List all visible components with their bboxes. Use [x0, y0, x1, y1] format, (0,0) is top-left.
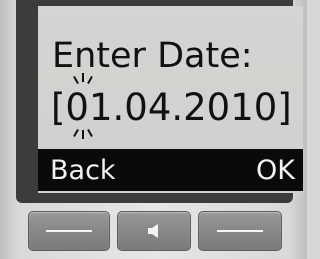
- dash-icon: [217, 230, 263, 232]
- left-softkey-button[interactable]: [28, 211, 110, 251]
- dash-icon: [46, 230, 92, 232]
- display-bezel: Enter Date: [01.04.2010] Back OK: [16, 0, 303, 203]
- date-input-field[interactable]: [01.04.2010]: [51, 86, 292, 129]
- speaker-icon: [148, 224, 158, 238]
- softkey-bar: Back OK: [38, 149, 303, 191]
- softkey-back-label[interactable]: Back: [50, 155, 116, 186]
- phone-device: Enter Date: [01.04.2010] Back OK: [0, 0, 307, 259]
- display-screen: Enter Date: [01.04.2010] Back OK: [38, 6, 303, 193]
- screen-title: Enter Date:: [52, 36, 253, 76]
- speaker-button[interactable]: [117, 211, 191, 251]
- softkey-ok-label[interactable]: OK: [256, 155, 295, 186]
- hardware-keys: [0, 203, 307, 259]
- right-softkey-button[interactable]: [198, 211, 282, 251]
